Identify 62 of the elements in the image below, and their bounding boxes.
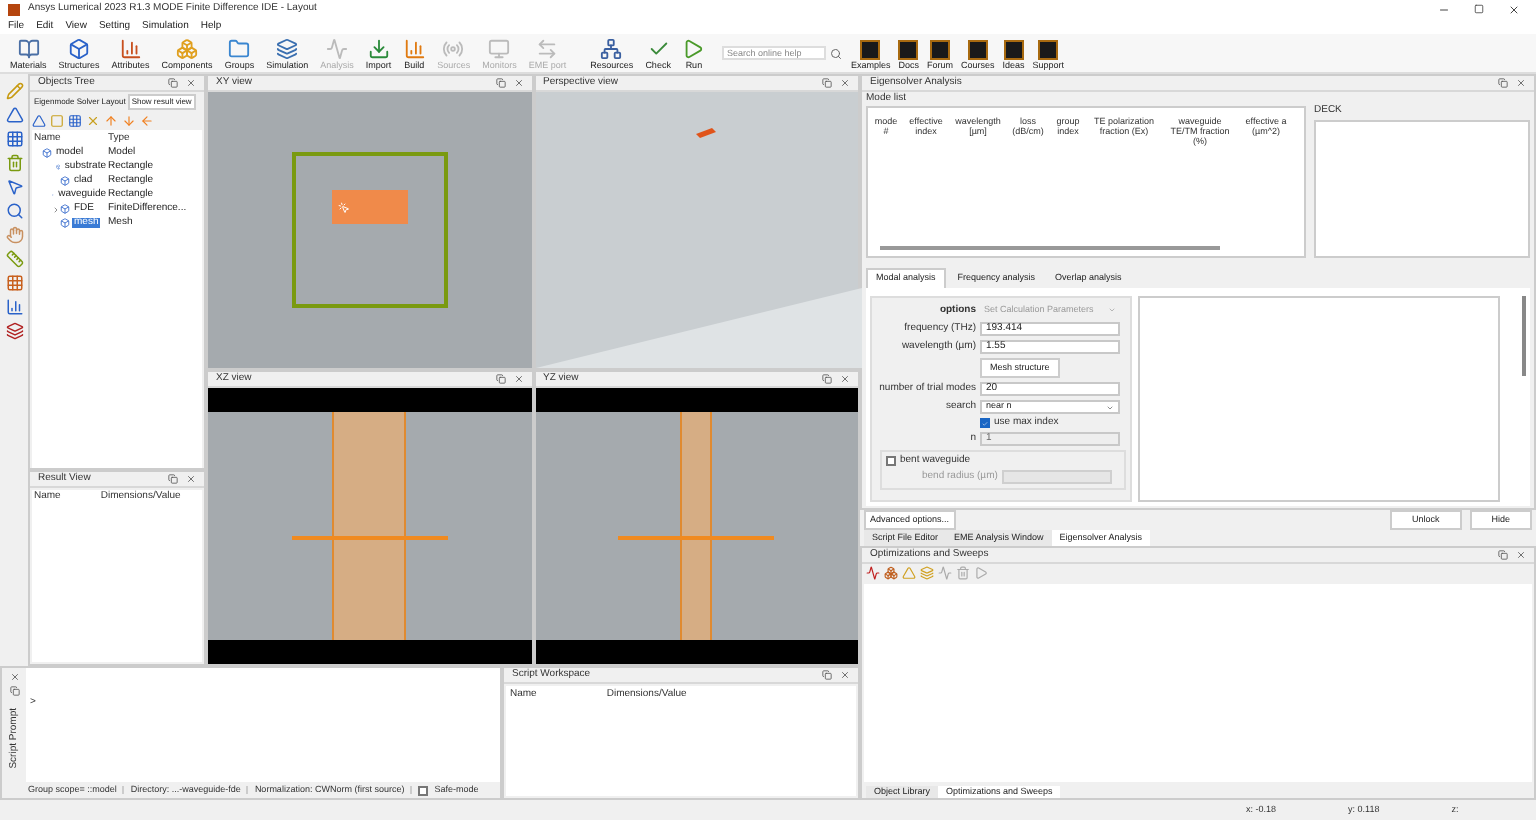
graph-icon <box>325 37 348 59</box>
trash-icon[interactable] <box>956 566 970 580</box>
zoom-icon[interactable] <box>5 202 23 220</box>
move-cursor-icon <box>337 201 350 213</box>
trash-icon[interactable] <box>5 154 23 172</box>
chart-icon <box>119 37 142 59</box>
app-logo-icon <box>8 3 20 15</box>
tile-icon <box>898 39 919 59</box>
float-icon[interactable] <box>1498 78 1508 88</box>
pointer-icon[interactable] <box>5 178 23 196</box>
layers-icon[interactable] <box>5 322 23 340</box>
waveguide-drawing <box>696 128 717 138</box>
float-icon[interactable] <box>168 78 178 88</box>
check-icon <box>647 37 670 59</box>
ruler-icon[interactable] <box>5 250 23 268</box>
monitor-icon <box>488 37 511 59</box>
scrollbar[interactable] <box>880 246 1220 250</box>
arrows-icon <box>536 37 559 59</box>
tile-icon <box>1038 39 1059 59</box>
blocks-icon[interactable] <box>884 566 898 580</box>
arrow-up-icon[interactable] <box>104 114 118 128</box>
folder-icon <box>228 37 251 59</box>
float-icon[interactable] <box>495 78 505 88</box>
tile-icon <box>967 39 988 59</box>
bars-icon[interactable] <box>5 298 23 316</box>
tile-icon <box>1003 39 1024 59</box>
float-icon[interactable] <box>822 374 832 384</box>
checkbox[interactable] <box>980 418 990 428</box>
close-icon[interactable] <box>1508 3 1520 15</box>
scrollbar[interactable] <box>1522 295 1526 375</box>
layers-icon <box>276 37 299 59</box>
book-icon <box>17 37 40 59</box>
cross-icon[interactable] <box>86 114 100 128</box>
float-icon[interactable] <box>495 374 505 384</box>
input-field[interactable] <box>1001 470 1112 484</box>
grid-icon[interactable] <box>68 114 82 128</box>
blocks-icon <box>176 37 199 59</box>
float-icon[interactable] <box>822 78 832 88</box>
grid-icon[interactable] <box>5 130 23 148</box>
float-icon[interactable] <box>9 686 19 696</box>
float-icon[interactable] <box>1498 550 1508 560</box>
checkbox[interactable] <box>886 456 896 466</box>
pencil-icon[interactable] <box>5 82 23 100</box>
arrow-down-icon[interactable] <box>122 114 136 128</box>
radio-icon <box>442 37 465 59</box>
float-icon[interactable] <box>822 670 832 680</box>
maximize-icon[interactable] <box>1474 3 1484 13</box>
network-icon <box>600 37 623 59</box>
bars-icon <box>403 37 426 59</box>
play-icon <box>682 37 705 59</box>
arrow-left-icon[interactable] <box>140 114 154 128</box>
checkbox[interactable] <box>418 785 429 795</box>
search-icon[interactable] <box>830 47 843 59</box>
float-icon[interactable] <box>168 474 178 484</box>
tile-icon <box>860 39 881 59</box>
grid-icon[interactable] <box>5 274 23 292</box>
triangle-icon[interactable] <box>902 566 916 580</box>
minimize-icon[interactable] <box>1438 3 1450 15</box>
tile-icon <box>929 39 950 59</box>
download-icon <box>367 37 390 59</box>
wave-icon[interactable] <box>866 566 880 580</box>
hand-icon[interactable] <box>5 226 23 244</box>
